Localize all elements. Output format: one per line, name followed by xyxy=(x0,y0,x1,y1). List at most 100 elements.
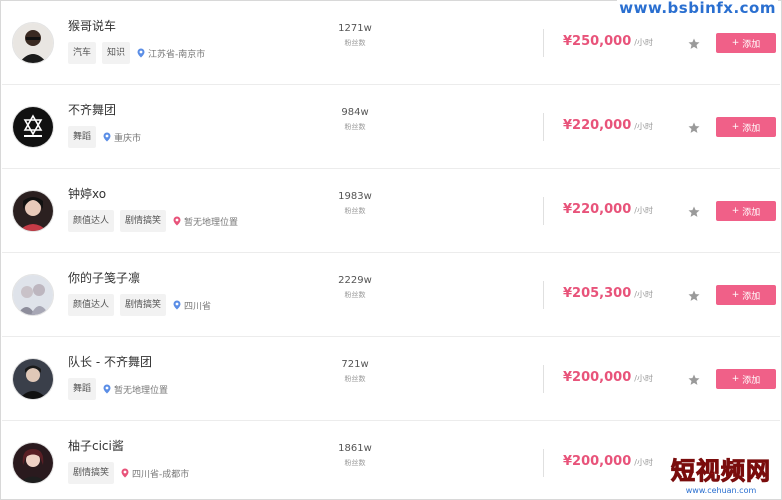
category-tag: 舞蹈 xyxy=(68,378,97,400)
category-tag: 舞蹈 xyxy=(68,126,97,148)
tag-list: 颜值达人 剧情搞笑 暂无地理位置 xyxy=(68,210,238,232)
location-text: 重庆市 xyxy=(114,133,142,144)
price-value: ¥220,000 xyxy=(563,118,632,133)
divider xyxy=(543,365,544,393)
fans-number: 1983w xyxy=(338,191,372,202)
price-unit: /小时 xyxy=(634,206,653,215)
price-unit: /小时 xyxy=(634,122,653,131)
location: 暂无地理位置 xyxy=(102,383,168,396)
fans-label: 粉丝数 xyxy=(344,291,366,299)
kol-list: 猴哥说车 汽车 知识 江苏省-南京市 1271w 粉丝数 ¥250,000/小时… xyxy=(0,0,782,500)
avatar[interactable] xyxy=(12,442,54,484)
price-unit: /小时 xyxy=(634,458,653,467)
category-tag: 剧情搞笑 xyxy=(120,294,167,316)
location: 重庆市 xyxy=(102,131,141,144)
location: 四川省-成都市 xyxy=(120,467,189,480)
fans-count: 721w 粉丝数 xyxy=(302,357,408,385)
add-button-label: 添加 xyxy=(742,291,761,302)
tag-list: 剧情搞笑 四川省-成都市 xyxy=(68,462,189,484)
location-pin-icon xyxy=(137,48,145,58)
price-value: ¥205,300 xyxy=(563,286,632,301)
fans-count: 1271w 粉丝数 xyxy=(302,21,408,49)
location-pin-icon xyxy=(103,132,111,142)
avatar[interactable] xyxy=(12,106,54,148)
favorite-star-icon[interactable] xyxy=(688,290,700,302)
creator-name[interactable]: 柚子cici酱 xyxy=(68,437,124,454)
fans-count: 984w 粉丝数 xyxy=(302,105,408,133)
favorite-star-icon[interactable] xyxy=(688,38,700,50)
tag-list: 舞蹈 重庆市 xyxy=(68,126,141,148)
avatar[interactable] xyxy=(12,274,54,316)
plus-icon: + xyxy=(731,38,740,48)
price: ¥205,300/小时 xyxy=(563,281,653,308)
fans-label: 粉丝数 xyxy=(344,375,366,383)
divider xyxy=(543,449,544,477)
fans-label: 粉丝数 xyxy=(344,123,366,131)
plus-icon: + xyxy=(731,374,740,384)
add-button-label: 添加 xyxy=(742,39,761,50)
avatar[interactable] xyxy=(12,22,54,64)
fans-count: 2229w 粉丝数 xyxy=(302,273,408,301)
add-button[interactable]: + 添加 xyxy=(716,369,776,389)
fans-number: 721w xyxy=(341,359,369,370)
list-item: 你的子笺子凛 颜值达人 剧情搞笑 四川省 2229w 粉丝数 ¥205,300/… xyxy=(2,253,780,337)
creator-name[interactable]: 队长 - 不齐舞团 xyxy=(68,353,152,370)
favorite-star-icon[interactable] xyxy=(688,122,700,134)
avatar[interactable] xyxy=(12,358,54,400)
price: ¥200,000/小时 xyxy=(563,365,653,392)
watermark-url: www.cehuan.com xyxy=(685,486,757,495)
divider xyxy=(543,281,544,309)
tag-list: 汽车 知识 江苏省-南京市 xyxy=(68,42,205,64)
location: 四川省 xyxy=(172,299,211,312)
category-tag: 剧情搞笑 xyxy=(120,210,167,232)
watermark-top: www.bsbinfx.com xyxy=(617,0,778,17)
creator-name[interactable]: 你的子笺子凛 xyxy=(68,269,140,286)
location-pin-icon xyxy=(173,300,181,310)
add-button[interactable]: + 添加 xyxy=(716,117,776,137)
location-text: 暂无地理位置 xyxy=(114,385,169,396)
tag-list: 颜值达人 剧情搞笑 四川省 xyxy=(68,294,211,316)
location-text: 四川省 xyxy=(184,301,212,312)
location-text: 江苏省-南京市 xyxy=(148,49,206,60)
fans-number: 2229w xyxy=(338,275,372,286)
avatar[interactable] xyxy=(12,190,54,232)
divider xyxy=(543,113,544,141)
category-tag: 颜值达人 xyxy=(68,210,115,232)
add-button-label: 添加 xyxy=(742,123,761,134)
add-button[interactable]: + 添加 xyxy=(716,285,776,305)
fans-number: 1271w xyxy=(338,23,372,34)
price-unit: /小时 xyxy=(634,374,653,383)
list-item: 不齐舞团 舞蹈 重庆市 984w 粉丝数 ¥220,000/小时 + 添加 xyxy=(2,85,780,169)
fans-label: 粉丝数 xyxy=(344,207,366,215)
location-text: 四川省-成都市 xyxy=(132,469,190,480)
add-button-label: 添加 xyxy=(742,207,761,218)
favorite-star-icon[interactable] xyxy=(688,206,700,218)
favorite-star-icon[interactable] xyxy=(688,374,700,386)
list-item: 队长 - 不齐舞团 舞蹈 暂无地理位置 721w 粉丝数 ¥200,000/小时… xyxy=(2,337,780,421)
location-pin-icon xyxy=(121,468,129,478)
price: ¥200,000/小时 xyxy=(563,449,653,476)
add-button[interactable]: + 添加 xyxy=(716,201,776,221)
price-value: ¥200,000 xyxy=(563,370,632,385)
plus-icon: + xyxy=(731,122,740,132)
fans-count: 1983w 粉丝数 xyxy=(302,189,408,217)
fans-count: 1861w 粉丝数 xyxy=(302,441,408,469)
divider xyxy=(543,197,544,225)
category-tag: 颜值达人 xyxy=(68,294,115,316)
plus-icon: + xyxy=(731,290,740,300)
tag-list: 舞蹈 暂无地理位置 xyxy=(68,378,168,400)
location: 暂无地理位置 xyxy=(172,215,238,228)
divider xyxy=(543,29,544,57)
location-text: 暂无地理位置 xyxy=(184,217,239,228)
location-pin-icon xyxy=(173,216,181,226)
creator-name[interactable]: 不齐舞团 xyxy=(68,101,116,118)
creator-name[interactable]: 猴哥说车 xyxy=(68,17,116,34)
category-tag: 知识 xyxy=(102,42,131,64)
add-button[interactable]: + 添加 xyxy=(716,33,776,53)
fans-number: 1861w xyxy=(338,443,372,454)
watermark-bottom: 短视频网 www.cehuan.com xyxy=(660,456,782,500)
plus-icon: + xyxy=(731,206,740,216)
creator-name[interactable]: 钟婷xo xyxy=(68,185,106,202)
category-tag: 汽车 xyxy=(68,42,97,64)
location-pin-icon xyxy=(103,384,111,394)
